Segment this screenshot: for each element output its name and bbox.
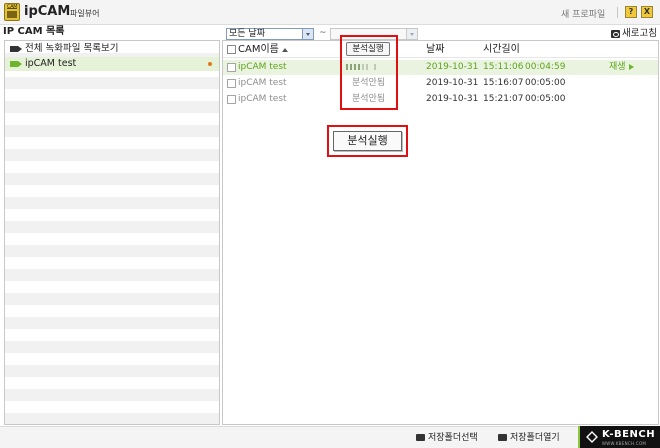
chevron-down-icon[interactable] bbox=[406, 29, 417, 39]
select-save-folder-button[interactable]: 저장폴더선택 bbox=[416, 432, 478, 444]
video-camera-icon bbox=[10, 61, 22, 67]
play-icon bbox=[628, 63, 634, 70]
app-title: ipCAM bbox=[24, 4, 71, 19]
cell-date: 2019-10-31 bbox=[426, 62, 479, 72]
new-profile-button[interactable]: 새 프로파일 bbox=[561, 7, 605, 20]
row-checkbox[interactable] bbox=[227, 79, 236, 88]
row-checkbox[interactable] bbox=[227, 95, 236, 104]
cell-start-time: 15:16:07 bbox=[483, 78, 524, 88]
analysis-column-highlight bbox=[340, 35, 398, 110]
recording-indicator-dot bbox=[208, 62, 212, 66]
table-row[interactable]: ipCAM test 2019-10-31 15:11:06 00:04:59 … bbox=[223, 60, 658, 75]
column-header-duration[interactable]: 시간길이 bbox=[483, 41, 520, 58]
date-range-separator: ~ bbox=[319, 28, 327, 38]
cell-duration: 00:05:00 bbox=[525, 78, 566, 88]
sort-ascending-icon[interactable] bbox=[282, 48, 288, 52]
date-start-select[interactable]: 모든 날짜 bbox=[226, 28, 314, 40]
watermark-text: K-BENCH bbox=[602, 429, 656, 440]
refresh-icon bbox=[611, 30, 620, 38]
table-row[interactable]: ipCAM test 분석안됨 2019-10-31 15:21:07 00:0… bbox=[223, 92, 658, 107]
sidebar-item-label: 전체 녹화파일 목록보기 bbox=[25, 43, 119, 54]
title-separator bbox=[617, 7, 618, 18]
column-header-date[interactable]: 날짜 bbox=[426, 41, 444, 58]
app-logo-icon: CAM bbox=[4, 3, 20, 21]
analyze-callout: 분석실행 bbox=[327, 125, 408, 157]
select-save-folder-label: 저장폴더선택 bbox=[428, 433, 478, 443]
help-button[interactable]: ? bbox=[625, 6, 637, 18]
folder-icon bbox=[416, 434, 425, 441]
cell-date: 2019-10-31 bbox=[426, 94, 479, 104]
close-button[interactable]: X bbox=[641, 6, 653, 18]
kbench-logo-icon bbox=[586, 431, 598, 443]
app-subtitle: 파일뷰어 bbox=[70, 9, 100, 18]
sidebar-title: IP CAM 목록 bbox=[3, 26, 65, 37]
cell-duration: 00:05:00 bbox=[525, 94, 566, 104]
column-header-cam-name[interactable]: CAM이름 bbox=[238, 41, 279, 58]
app-icon-label: CAM bbox=[7, 4, 18, 10]
chevron-down-icon[interactable] bbox=[302, 29, 313, 39]
open-save-folder-label: 저장폴더열기 bbox=[510, 433, 560, 443]
cell-cam-name: ipCAM test bbox=[238, 94, 287, 104]
row-checkbox[interactable] bbox=[227, 63, 236, 72]
cell-cam-name: ipCAM test bbox=[238, 62, 287, 72]
watermark-subtext: WWW.KBENCH.COM bbox=[602, 441, 647, 446]
sidebar-item-ipcam-test[interactable]: ipCAM test bbox=[5, 57, 219, 71]
table-header: CAM이름 분석실행 날짜 시간길이 bbox=[223, 41, 658, 58]
bottom-toolbar: 저장폴더선택 저장폴더열기 bbox=[0, 426, 660, 448]
sidebar-item-all-recordings[interactable]: 전체 녹화파일 목록보기 bbox=[5, 42, 219, 56]
cell-duration: 00:04:59 bbox=[525, 62, 566, 72]
folder-open-icon bbox=[498, 434, 507, 441]
table-row[interactable]: ipCAM test 분석안됨 2019-10-31 15:16:07 00:0… bbox=[223, 76, 658, 91]
refresh-button[interactable]: 새로고침 bbox=[611, 28, 657, 40]
cell-cam-name: ipCAM test bbox=[238, 78, 287, 88]
play-label: 재생 bbox=[609, 62, 626, 72]
refresh-label: 새로고침 bbox=[622, 28, 657, 39]
cell-start-time: 15:21:07 bbox=[483, 94, 524, 104]
kbench-watermark-logo: K-BENCH WWW.KBENCH.COM bbox=[578, 426, 660, 448]
camera-list: 전체 녹화파일 목록보기 ipCAM test bbox=[4, 40, 220, 425]
title-bar: CAM ipCAM 파일뷰어 새 프로파일 ? X bbox=[0, 0, 660, 25]
analyze-run-button-enlarged: 분석실행 bbox=[333, 131, 402, 151]
play-button[interactable]: 재생 bbox=[609, 60, 634, 75]
open-save-folder-button[interactable]: 저장폴더열기 bbox=[498, 432, 560, 444]
sidebar-item-label: ipCAM test bbox=[25, 58, 77, 69]
cell-date: 2019-10-31 bbox=[426, 78, 479, 88]
date-start-value: 모든 날짜 bbox=[229, 29, 265, 39]
recordings-table: CAM이름 분석실행 날짜 시간길이 ipCAM test 2019-10-31… bbox=[222, 40, 659, 425]
cell-start-time: 15:11:06 bbox=[483, 62, 524, 72]
video-camera-icon bbox=[10, 46, 22, 52]
select-all-checkbox[interactable] bbox=[227, 45, 236, 54]
